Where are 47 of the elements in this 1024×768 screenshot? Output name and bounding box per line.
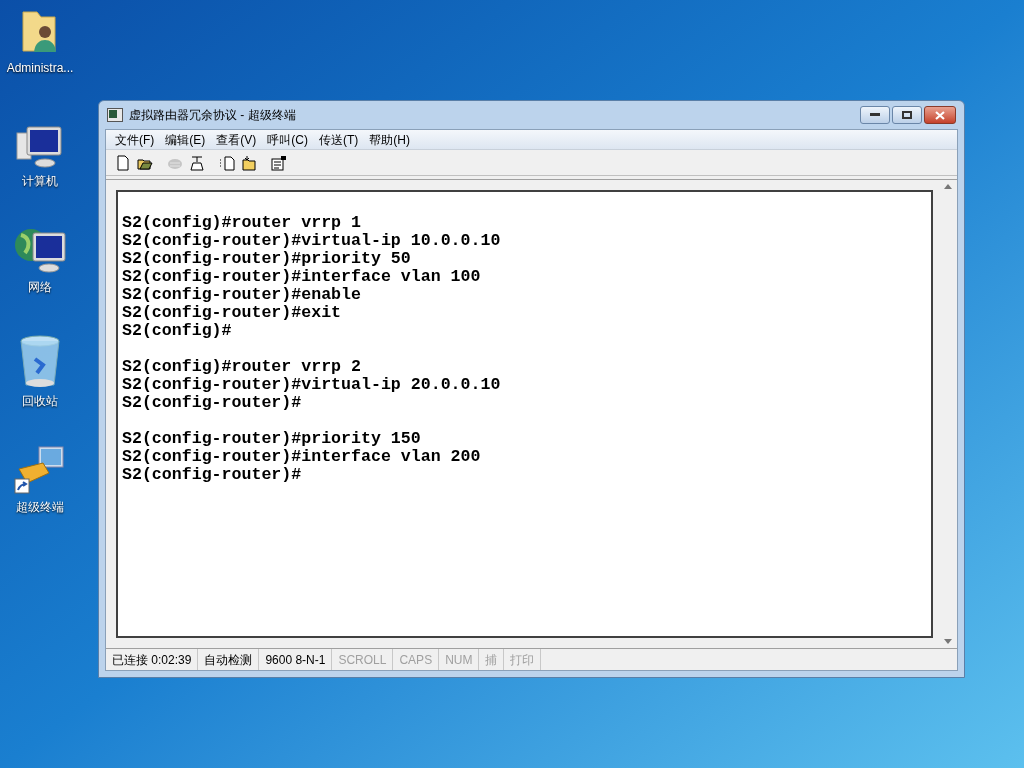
status-field: 已连接 0:02:39 bbox=[106, 649, 199, 670]
new-icon bbox=[115, 154, 131, 171]
terminal-line: S2(config-router)#priority 150 bbox=[122, 430, 422, 448]
menu-item[interactable]: 文件(F) bbox=[110, 130, 160, 149]
menu-item[interactable]: 呼叫(C) bbox=[262, 130, 313, 149]
minimize-icon bbox=[870, 113, 880, 117]
menu-item[interactable]: 帮助(H) bbox=[364, 130, 415, 149]
desktop-icon-label[interactable]: 网络 bbox=[28, 278, 52, 296]
desktop-icon-label[interactable]: Administra... bbox=[6, 59, 74, 77]
terminal-line: S2(config-router)#exit bbox=[122, 304, 343, 322]
terminal-line: S2(config)#router vrrp 1 bbox=[122, 214, 362, 232]
window-title: 虚拟路由器冗余协议 - 超级终端 bbox=[129, 107, 296, 124]
maximize-icon bbox=[902, 111, 912, 119]
minimize-button[interactable] bbox=[860, 106, 890, 124]
terminal-line: S2(config-router)#virtual-ip 20.0.0.10 bbox=[122, 376, 502, 394]
status-field: SCROLL bbox=[332, 649, 394, 670]
status-field: 自动检测 bbox=[198, 649, 260, 670]
status-field: CAPS bbox=[393, 649, 440, 670]
status-field: 打印 bbox=[504, 649, 542, 670]
menu-item[interactable]: 编辑(E) bbox=[160, 130, 211, 149]
properties-icon bbox=[271, 154, 287, 171]
terminal-line: S2(config-router)#virtual-ip 10.0.0.10 bbox=[122, 232, 502, 250]
status-field: NUM bbox=[439, 649, 480, 670]
terminal-line: S2(config-router)#interface vlan 100 bbox=[122, 268, 482, 286]
recycle-bin-icon bbox=[19, 335, 61, 389]
desktop-icon-label[interactable]: 计算机 bbox=[22, 172, 58, 190]
menu-item[interactable]: 查看(V) bbox=[211, 130, 262, 149]
app-icon bbox=[107, 108, 123, 122]
terminal-line: S2(config-router)#enable bbox=[122, 286, 362, 304]
scroll-up-icon bbox=[944, 184, 952, 189]
terminal-line: S2(config)# bbox=[122, 322, 233, 340]
desktop-icon-label[interactable]: 超级终端 bbox=[16, 498, 64, 516]
desktop-icon-label[interactable]: 回收站 bbox=[22, 392, 58, 410]
terminal-line: S2(config-router)# bbox=[122, 394, 303, 412]
terminal-line: S2(config-router)#interface vlan 200 bbox=[122, 448, 482, 466]
close-icon bbox=[935, 110, 945, 120]
computer-icon bbox=[15, 125, 65, 169]
close-button[interactable] bbox=[924, 106, 956, 124]
status-field: 9600 8-N-1 bbox=[259, 649, 333, 670]
scroll-down-icon bbox=[944, 639, 952, 644]
status-field: 捕 bbox=[479, 649, 505, 670]
terminal-line: S2(config)#router vrrp 2 bbox=[122, 358, 362, 376]
menu-item[interactable]: 传送(T) bbox=[314, 130, 364, 149]
maximize-button[interactable] bbox=[892, 106, 922, 124]
terminal-line: S2(config-router)#priority 50 bbox=[122, 250, 412, 268]
terminal-shortcut-icon bbox=[13, 445, 67, 495]
terminal-line: S2(config-router)# bbox=[122, 466, 303, 484]
